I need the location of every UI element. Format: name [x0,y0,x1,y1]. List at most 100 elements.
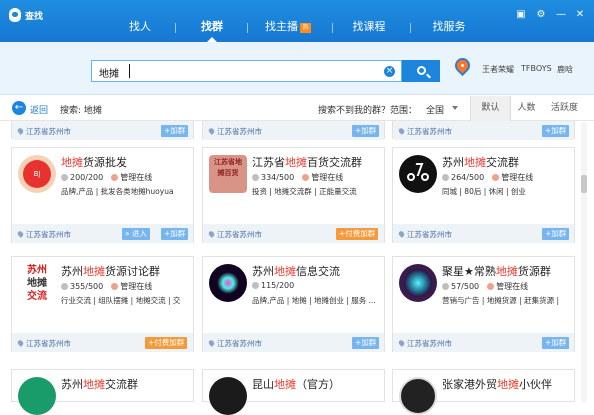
admin-icon [111,283,119,290]
search-area: 地摊 × 王者荣耀 TFBOYS 鹿晗 [0,42,594,95]
join-group-button[interactable]: +加群 [161,125,189,137]
settings-icon[interactable]: ⚙ [535,9,547,21]
admin-icon [111,174,119,181]
close-icon[interactable]: ✕ [574,9,586,21]
location-icon [16,230,25,238]
tab-find-people[interactable]: 找人 [116,15,164,42]
location-icon [16,339,25,347]
group-name: 苏州地摊信息交流 [252,265,340,278]
hot-badge: 热 [300,23,311,33]
members-icon [442,283,449,290]
group-name: 苏州地摊货源讨论群 [61,265,160,278]
paid-join-button[interactable]: +付费加群 [336,228,379,240]
group-card[interactable]: 聚星★常熟地摊货源群 57/500 管理在线 营销与广告 | 地摊货源 | 赶集货… [392,256,575,352]
sort-activity[interactable]: 活跃度 [544,96,585,121]
location-icon [207,339,216,347]
group-avatar: BJ [18,155,56,193]
not-found-link[interactable]: 搜索不到我的群？ [318,103,390,116]
group-tags: 品牌,产品 | 地摊 | 地摊创业 | 服务 ... [252,296,376,305]
members-icon [252,282,259,289]
group-card[interactable]: 苏州地摊信息交流 115/200 品牌,产品 | 地摊 | 地摊创业 | 服务 … [202,256,385,352]
app-logo-icon [9,8,21,22]
search-button[interactable] [402,60,440,82]
group-card[interactable]: 苏州 地摊 交流 苏州地摊货源讨论群 355/500 管理在线 行业交流 | 组队摆摊… [11,256,194,352]
chevron-down-icon[interactable] [452,106,458,110]
minimize-icon[interactable]: — [555,9,567,21]
group-avatar: 苏州 地摊 交流 [18,264,56,302]
join-group-button[interactable]: +加群 [542,228,570,240]
card-location: 江苏省苏州市 [397,338,452,349]
group-meta: 355/500 管理在线 [61,281,152,292]
group-card[interactable]: BJ 地摊货源批发 200/200 管理在线 品牌,产品 | 批发各类地摊huoy… [11,147,194,243]
enter-group-button[interactable]: » 进入 [122,228,150,240]
search-query: 地摊 [99,69,119,80]
paid-join-button[interactable]: +付费加群 [145,337,188,349]
tab-find-streamer-label: 找主播 [265,20,298,33]
group-card[interactable]: 苏州地摊交流群 264/500 管理在线 同城 | 80后 | 休闲 | 创业 江… [392,147,575,243]
join-group-button[interactable]: +加群 [352,125,380,137]
nav-divider [410,23,411,33]
group-card[interactable]: 江苏省地摊百货 江苏省地摊百货交流群 334/500 管理在线 投资 | 地摊交流… [202,147,385,243]
scrollbar-thumb[interactable] [581,175,587,193]
range-select[interactable]: 全国 [426,103,444,116]
admin-icon [302,174,310,181]
group-name: 地摊货源批发 [61,156,127,169]
location-icon [16,127,25,135]
join-group-button[interactable]: +加群 [352,337,380,349]
group-card-partial: 江苏省苏州市 +加群 [392,121,575,140]
card-location: 江苏省苏州市 [207,126,262,137]
app-title: 查找 [25,12,44,22]
members-icon [61,174,68,181]
back-link[interactable]: 返回 [30,103,48,116]
group-avatar [399,377,437,415]
group-card[interactable]: 张家港外贸地摊小伙伴 [392,369,575,415]
nav-divider [247,23,248,33]
group-avatar [399,155,437,193]
feedback-icon[interactable]: ▣ [515,9,527,21]
search-summary: 搜索: 地摊 [60,106,102,116]
group-tags: 投资 | 地摊交流群 | 正能量交流 [252,187,357,196]
group-card-partial: 江苏省苏州市 +加群 [202,121,385,140]
location-icon [397,339,406,347]
tab-find-service[interactable]: 找服务 [423,15,475,42]
group-name: 张家港外贸地摊小伙伴 [442,378,552,391]
tab-find-course[interactable]: 找课程 [342,15,396,42]
card-location: 江苏省苏州市 [397,229,452,240]
sort-default[interactable]: 默认 [470,96,511,121]
group-card-partial: 江苏省苏州市 +加群 [11,121,194,140]
group-name: 苏州地摊交流群 [442,156,519,169]
hot-keyword[interactable]: 王者荣耀 [482,64,514,75]
admin-icon [487,283,495,290]
group-meta: 334/500 管理在线 [252,172,343,183]
group-avatar: 江苏省地摊百货 [209,155,247,193]
group-avatar [18,377,56,415]
group-card[interactable]: 苏州地摊交流群 [11,369,194,415]
group-name: 江苏省地摊百货交流群 [252,156,362,169]
group-tags: 品牌,产品 | 批发各类地摊huoyua [61,187,174,196]
sort-members[interactable]: 人数 [506,96,547,121]
group-name: 聚星★常熟地摊货源群 [442,265,551,278]
main-nav: 找人 找群 找主播热 找课程 找服务 [116,15,476,42]
location-icon [397,127,406,135]
card-location: 江苏省苏州市 [397,126,452,137]
join-group-button[interactable]: +加群 [542,125,570,137]
tab-find-group[interactable]: 找群 [188,15,236,42]
group-tags: 营销与广告 | 地摊货源 | 赶集货源 | [442,296,559,305]
members-icon [252,174,259,181]
group-tags: 同城 | 80后 | 休闲 | 创业 [442,187,526,196]
card-location: 江苏省苏州市 [207,229,262,240]
search-input[interactable]: 地摊 × [91,60,402,82]
join-group-button[interactable]: +加群 [542,337,570,349]
text-cursor [129,64,130,78]
join-group-button[interactable]: +加群 [161,228,189,240]
tab-find-streamer[interactable]: 找主播热 [258,15,318,42]
group-tags: 行业交流 | 组队摆摊 | 地摊交流 | 交 [61,296,181,305]
hot-keyword[interactable]: TFBOYS [521,64,552,73]
back-arrow-icon[interactable]: ← [12,101,26,115]
clear-search-icon[interactable]: × [384,66,395,77]
hot-keyword[interactable]: 鹿晗 [557,64,573,75]
vertical-scrollbar[interactable] [581,122,587,402]
admin-icon [492,174,500,181]
group-card[interactable]: 昆山地摊（官方） [202,369,385,415]
title-bar: 查找 找人 找群 找主播热 找课程 找服务 ▣ ⚙ — ✕ [0,0,594,42]
